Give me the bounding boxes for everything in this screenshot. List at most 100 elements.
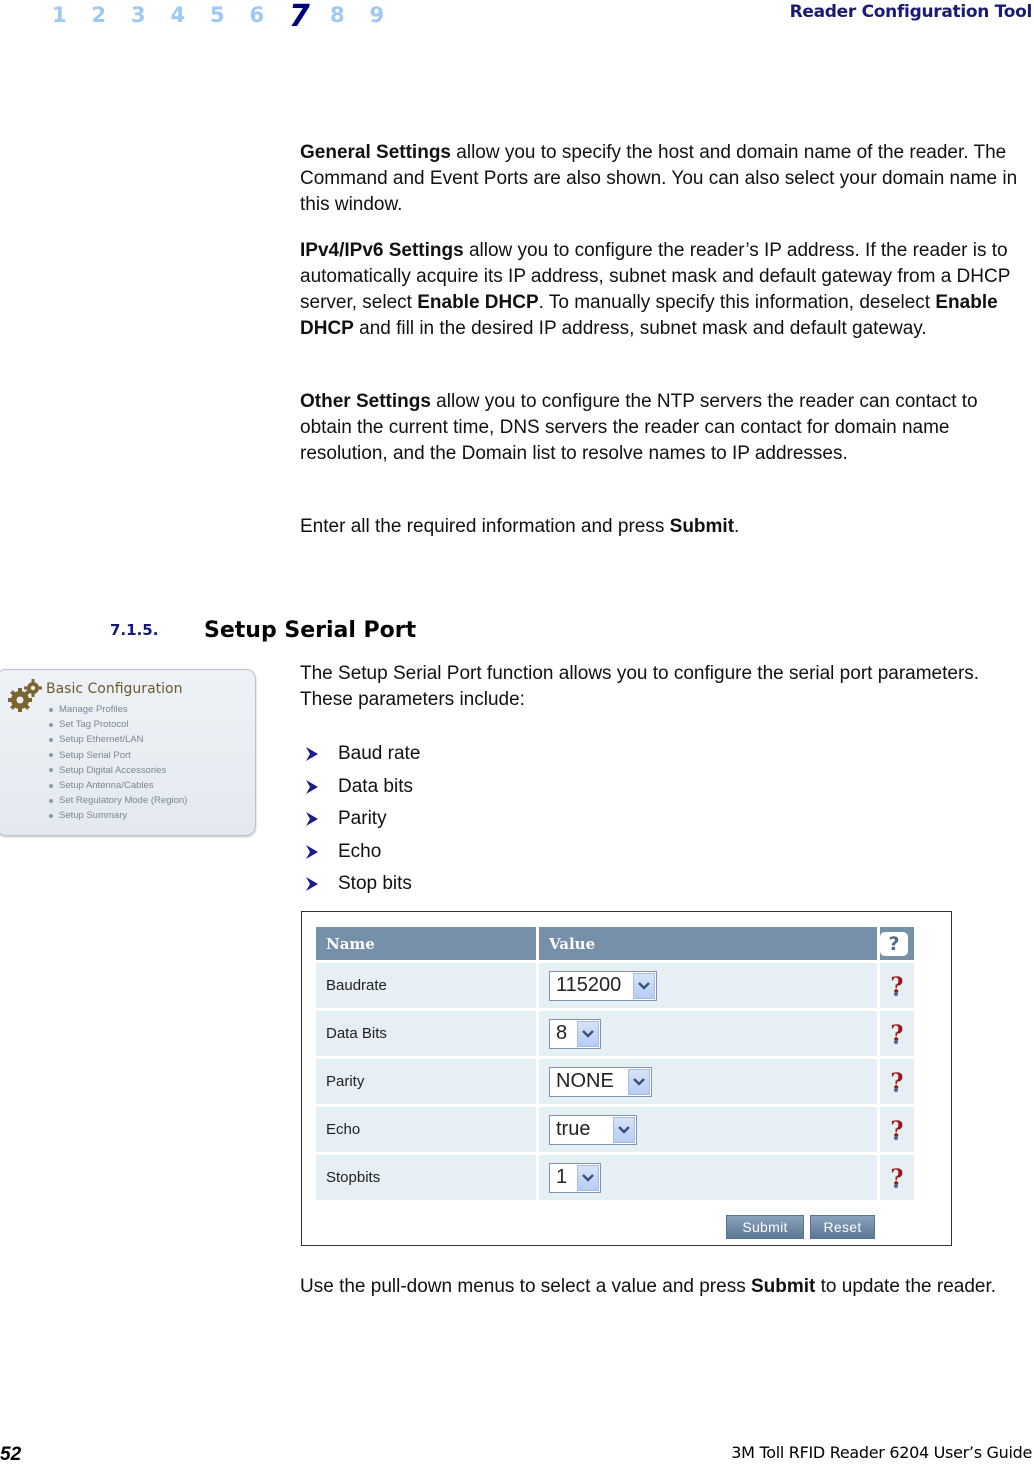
chapter-5[interactable]: 5 bbox=[210, 0, 250, 30]
row-help-cell[interactable]: ? bbox=[880, 1011, 914, 1056]
data-bits-select[interactable]: 8 bbox=[549, 1018, 601, 1049]
table-row: Stopbits 1 ? bbox=[316, 1155, 914, 1200]
paragraph-general-settings: General Settings allow you to specify th… bbox=[300, 140, 1028, 218]
bullet-dot-icon bbox=[49, 813, 53, 818]
section-title: Setup Serial Port bbox=[204, 618, 417, 643]
gears-icon bbox=[8, 679, 42, 712]
column-header-name: Name bbox=[316, 927, 536, 960]
config-menu-item[interactable]: Set Tag Protocol bbox=[49, 717, 187, 732]
stopbits-select[interactable]: 1 bbox=[549, 1162, 601, 1193]
config-menu-item[interactable]: Manage Profiles bbox=[49, 702, 187, 717]
parameter-list: Baud rate Data bits Parity Echo Stop bit… bbox=[306, 738, 420, 901]
echo-select[interactable]: true bbox=[549, 1114, 637, 1145]
row-value-cell: 8 bbox=[539, 1011, 877, 1056]
chapter-9[interactable]: 9 bbox=[370, 0, 410, 30]
arrow-bullet-icon bbox=[306, 779, 318, 794]
chapter-6[interactable]: 6 bbox=[250, 0, 290, 30]
reset-button[interactable]: Reset bbox=[810, 1215, 875, 1239]
submit-button[interactable]: Submit bbox=[726, 1215, 804, 1239]
chapter-3[interactable]: 3 bbox=[131, 0, 171, 30]
help-question-icon[interactable]: ? bbox=[891, 1117, 904, 1143]
menu-item-label: Manage Profiles bbox=[59, 704, 128, 716]
term-submit: Submit bbox=[669, 516, 735, 537]
selected-value: 1 bbox=[556, 1166, 568, 1188]
section-outro: Use the pull-down menus to select a valu… bbox=[300, 1274, 1028, 1300]
row-value-cell: 1 bbox=[539, 1155, 877, 1200]
bullet-dot-icon bbox=[49, 722, 53, 727]
list-item: Stop bits bbox=[306, 868, 420, 901]
selected-value: true bbox=[556, 1118, 591, 1140]
chevron-down-icon[interactable] bbox=[577, 1164, 599, 1191]
selected-value: NONE bbox=[556, 1070, 614, 1092]
row-help-cell[interactable]: ? bbox=[880, 1107, 914, 1152]
panel-title: Basic Configuration bbox=[46, 681, 183, 697]
term-ip-settings: IPv4/IPv6 Settings bbox=[300, 240, 464, 261]
term-other-settings: Other Settings bbox=[300, 391, 431, 412]
paragraph-text: to update the reader. bbox=[815, 1276, 997, 1297]
config-menu: Manage Profiles Set Tag Protocol Setup E… bbox=[49, 702, 187, 824]
document-title: 3M Toll RFID Reader 6204 User’s Guide bbox=[731, 1443, 1032, 1462]
menu-item-label: Setup Ethernet/LAN bbox=[59, 734, 144, 746]
chapter-4[interactable]: 4 bbox=[171, 0, 211, 30]
chapter-2[interactable]: 2 bbox=[92, 0, 132, 30]
row-help-cell[interactable]: ? bbox=[880, 963, 914, 1008]
selected-value: 8 bbox=[556, 1022, 568, 1044]
section-intro: The Setup Serial Port function allows yo… bbox=[300, 663, 980, 710]
serial-port-form: Name Value ? Baudrate 115200 ? Data Bits bbox=[301, 911, 952, 1246]
parity-select[interactable]: NONE bbox=[549, 1066, 652, 1097]
help-question-icon[interactable]: ? bbox=[891, 1165, 904, 1191]
chevron-down-icon[interactable] bbox=[633, 972, 655, 999]
page-number: 52 bbox=[0, 1444, 22, 1465]
bullet-dot-icon bbox=[49, 737, 53, 742]
list-item: Parity bbox=[306, 803, 420, 836]
baudrate-select[interactable]: 115200 bbox=[549, 970, 657, 1001]
paragraph-text: Enter all the required information and p… bbox=[300, 516, 670, 537]
paragraph-submit-instruction: Enter all the required information and p… bbox=[300, 514, 1028, 540]
list-item-label: Stop bits bbox=[338, 873, 412, 895]
menu-item-label: Setup Serial Port bbox=[59, 749, 131, 761]
chevron-down-icon[interactable] bbox=[613, 1116, 635, 1143]
chevron-down-icon[interactable] bbox=[577, 1020, 599, 1047]
bullet-dot-icon bbox=[49, 798, 53, 803]
row-value-cell: NONE bbox=[539, 1059, 877, 1104]
chapter-nav: 1 2 3 4 5 6 7 8 9 bbox=[52, 0, 409, 36]
bullet-dot-icon bbox=[49, 783, 53, 788]
row-value-cell: true bbox=[539, 1107, 877, 1152]
table-row: Data Bits 8 ? bbox=[316, 1011, 914, 1056]
column-header-help[interactable]: ? bbox=[880, 927, 914, 960]
chevron-down-icon[interactable] bbox=[628, 1068, 650, 1095]
help-question-icon[interactable]: ? bbox=[891, 973, 904, 999]
table-header-row: Name Value ? bbox=[316, 927, 914, 960]
chapter-7-active[interactable]: 7 bbox=[289, 0, 330, 34]
chapter-8[interactable]: 8 bbox=[330, 0, 370, 30]
paragraph-text: . bbox=[734, 516, 740, 537]
list-item-label: Baud rate bbox=[338, 743, 421, 765]
config-menu-item[interactable]: Setup Summary bbox=[49, 808, 187, 823]
row-help-cell[interactable]: ? bbox=[880, 1155, 914, 1200]
config-menu-item[interactable]: Setup Serial Port bbox=[49, 748, 187, 763]
row-name: Baudrate bbox=[316, 963, 536, 1008]
row-help-cell[interactable]: ? bbox=[880, 1059, 914, 1104]
arrow-bullet-icon bbox=[306, 812, 318, 827]
paragraph-text: . To manually specify this information, … bbox=[538, 292, 936, 313]
help-question-icon[interactable]: ? bbox=[891, 1021, 904, 1047]
header-title: Reader Configuration Tool bbox=[789, 2, 1033, 22]
config-menu-item[interactable]: Setup Digital Accessories bbox=[49, 763, 187, 778]
row-value-cell: 115200 bbox=[539, 963, 877, 1008]
config-menu-item[interactable]: Setup Ethernet/LAN bbox=[49, 732, 187, 747]
section-number: 7.1.5. bbox=[110, 621, 159, 639]
menu-item-label: Setup Summary bbox=[59, 810, 128, 822]
arrow-bullet-icon bbox=[306, 844, 318, 859]
chapter-1[interactable]: 1 bbox=[52, 0, 92, 30]
paragraph-other-settings: Other Settings allow you to configure th… bbox=[300, 389, 1028, 467]
term-enable-dhcp: Enable DHCP bbox=[417, 292, 539, 313]
help-icon[interactable]: ? bbox=[880, 931, 908, 956]
column-header-value: Value bbox=[539, 927, 877, 960]
config-menu-item[interactable]: Setup Antenna/Cables bbox=[49, 778, 187, 793]
basic-configuration-panel: Basic Configuration Manage Profiles Set … bbox=[0, 669, 256, 836]
help-question-icon[interactable]: ? bbox=[891, 1069, 904, 1095]
list-item: Data bits bbox=[306, 771, 420, 804]
term-submit: Submit bbox=[750, 1276, 816, 1297]
config-menu-item[interactable]: Set Regulatory Mode (Region) bbox=[49, 793, 187, 808]
menu-item-label: Set Regulatory Mode (Region) bbox=[59, 795, 188, 807]
